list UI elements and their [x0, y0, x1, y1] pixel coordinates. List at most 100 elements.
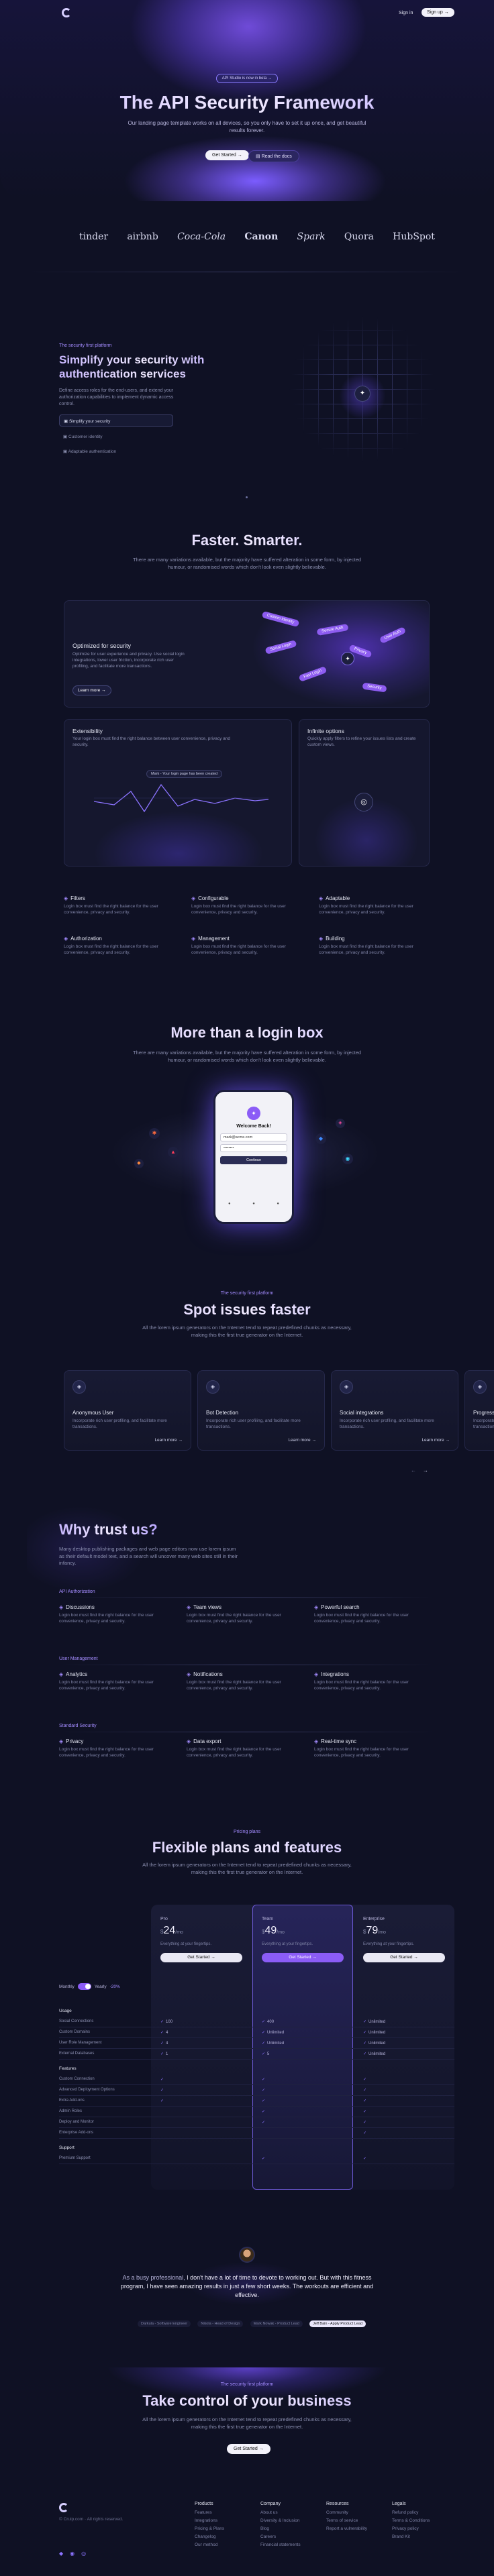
trust-item-icon: ◈ [187, 1671, 191, 1677]
learn-more-button[interactable]: Learn more → [72, 685, 111, 695]
twitter-icon[interactable]: ◆ [59, 2551, 63, 2557]
read-docs-label: Read the docs [261, 154, 292, 159]
cta-button[interactable]: Get Started → [227, 2444, 270, 2454]
check-icon: ✓ [363, 2020, 367, 2024]
feature-title-text: Filters [70, 895, 85, 901]
testimonial-tab-2[interactable]: Nikola - Head of Design [197, 2320, 244, 2327]
footer-link[interactable]: Refund policy [392, 2510, 456, 2515]
spot-card-link[interactable]: Learn more → [154, 1438, 183, 1443]
footer-link[interactable]: Financial statements [260, 2542, 324, 2547]
signin-link[interactable]: Sign in [399, 11, 413, 15]
pricing-cell: ✓ 4 [160, 2041, 168, 2046]
page: Sign in Sign up → API Studio is now in b… [0, 0, 494, 2576]
quote-lead: As a busy professional, [122, 2274, 187, 2281]
pricing-cell: ✓ [262, 2088, 267, 2092]
footer-link[interactable]: Brand Kit [392, 2534, 456, 2539]
pricing-cell: ✓ [262, 2109, 267, 2114]
footer-link[interactable]: Integrations [195, 2518, 258, 2523]
logo-coca-cola: Coca-Cola [177, 231, 226, 242]
plan-cta-label: Get Started [390, 1955, 413, 1960]
arrow-right-icon: → [237, 153, 242, 158]
signup-button[interactable]: Sign up → [422, 8, 454, 17]
dribbble-icon[interactable]: ◎ [81, 2551, 86, 2557]
trust-group-label: API Authorization [59, 1589, 95, 1594]
arrow-right-icon: → [444, 10, 449, 15]
carousel-prev-button[interactable]: ← [411, 1467, 416, 1473]
spot-card-title: Anonymous User [72, 1410, 114, 1416]
filter-icon: ◈ [64, 895, 68, 901]
logo-canon: Canon [244, 231, 279, 242]
integration-icon-2: ▲ [168, 1147, 179, 1158]
footer-link[interactable]: About us [260, 2510, 324, 2515]
footer-link[interactable]: Terms & Conditions [392, 2518, 456, 2523]
trust-item-icon: ◈ [314, 1604, 319, 1610]
check-icon: ✓ [160, 2099, 164, 2103]
pricing-row-divider [59, 2106, 454, 2107]
testimonial-tab-1[interactable]: Darkula - Software Engineer [138, 2320, 191, 2327]
footer-link[interactable]: Changelog [195, 2534, 258, 2539]
check-icon: ✓ [363, 2110, 367, 2114]
platform-tab-1[interactable]: ▣ Simplify your security [59, 414, 173, 427]
testimonial-tab-3[interactable]: Mark Nowak - Product Lead [250, 2320, 303, 2327]
pricing-cell: ✓ [363, 2131, 368, 2135]
trust-item-title-text: Analytics [66, 1671, 88, 1677]
plan-cta-button[interactable]: Get Started → [262, 1953, 344, 1962]
pricing-section-label: Features [59, 2066, 77, 2071]
faster-title: Faster. Smarter. [0, 532, 494, 549]
pricing-section-label: Usage [59, 2009, 72, 2013]
spot-card-link[interactable]: Learn more → [422, 1438, 450, 1443]
plan-cta-button[interactable]: Get Started → [363, 1953, 445, 1962]
check-icon: ✓ [262, 2078, 266, 2082]
platform-tab-2[interactable]: ▣ Customer identity [59, 431, 173, 443]
check-icon: ✓ [363, 2099, 367, 2103]
footer-link[interactable]: Pricing & Plans [195, 2526, 258, 2531]
get-started-button[interactable]: Get Started → [205, 150, 249, 160]
phone-continue-button[interactable]: Continue [220, 1156, 287, 1164]
avatar [239, 2247, 255, 2263]
footer-link[interactable]: Community [326, 2510, 390, 2515]
trust-item-title: ◈ Notifications [187, 1671, 297, 1677]
footer-link[interactable]: Features [195, 2510, 258, 2515]
footer-column-title: Legals [392, 2502, 406, 2506]
footer-logo[interactable] [59, 2503, 68, 2512]
footer-link[interactable]: Diversity & Inclusion [260, 2518, 324, 2523]
monthly-label: Monthly [59, 1984, 75, 1989]
platform-tab-3[interactable]: ▣ Adaptable authentication [59, 445, 173, 457]
pricing-cell: ✓ [363, 2120, 368, 2125]
trust-item-title: ◈ Powerful search [314, 1604, 425, 1610]
hero-badge[interactable]: API Studio is now in beta → [215, 74, 279, 83]
footer-link[interactable]: Blog [260, 2526, 324, 2531]
logo[interactable] [62, 8, 71, 17]
github-icon[interactable]: ◉ [70, 2551, 75, 2557]
integration-icon-5: ◈ [336, 1119, 345, 1128]
plan-cta-button[interactable]: Get Started → [160, 1953, 242, 1962]
footer-link[interactable]: Report a vulnerability [326, 2526, 390, 2531]
discount-badge: -20% [109, 1984, 120, 1989]
footer-link[interactable]: Privacy policy [392, 2526, 456, 2531]
pricing-row-divider [59, 2048, 454, 2049]
bot-icon: ◈ [206, 1380, 219, 1394]
trust-item: ◈ Team views Login box must find the right… [187, 1604, 297, 1625]
get-started-label: Get Started [212, 153, 236, 158]
pricing-cell: ✓ Unlimited [363, 2052, 385, 2056]
footer-column-title: Company [260, 2502, 281, 2506]
phone-email-field[interactable]: mark@acme.com [220, 1133, 287, 1141]
pricing-cell-value: 100 [166, 2020, 173, 2024]
toggle-switch[interactable] [77, 1983, 91, 1990]
phone-social-row: ● ● ● [228, 1202, 279, 1207]
testimonial-tab-4[interactable]: Jeff Bain - Apply Product Lead [309, 2320, 366, 2327]
check-icon: ✓ [262, 2041, 266, 2046]
sparkle-icon: ✦ [341, 652, 354, 665]
footer-link[interactable]: Careers [260, 2534, 324, 2539]
check-icon: ✓ [262, 2121, 266, 2125]
billing-toggle[interactable]: Monthly Yearly -20% [59, 1983, 120, 1990]
faster-subtitle: There are many variations available, but… [132, 557, 362, 570]
feature-title-text: Configurable [198, 895, 229, 901]
carousel-next-button[interactable]: → [423, 1467, 428, 1473]
integration-icon-1: ✱ [149, 1128, 160, 1139]
footer-link[interactable]: Terms of service [326, 2518, 390, 2523]
footer-link[interactable]: Our method [195, 2542, 258, 2547]
read-docs-button[interactable]: ▤ Read the docs [248, 150, 299, 162]
spot-card-link[interactable]: Learn more → [288, 1438, 316, 1443]
phone-password-field[interactable]: •••••••• [220, 1144, 287, 1152]
